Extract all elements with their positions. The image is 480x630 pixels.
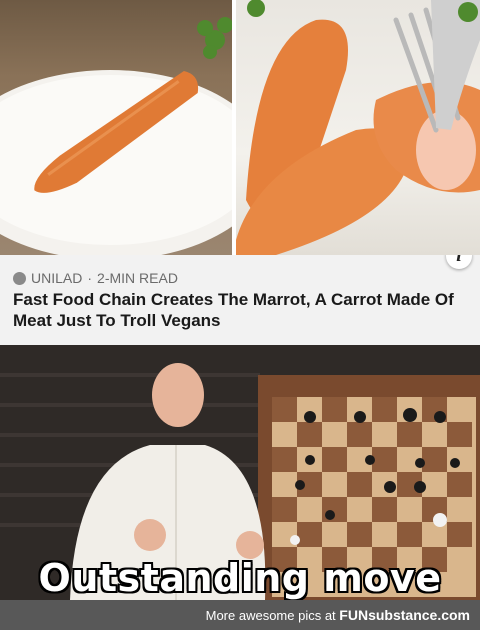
footer-bar: More awesome pics at FUNsubstance.com [0, 600, 480, 630]
info-button[interactable]: i [446, 255, 472, 269]
article-headline[interactable]: Fast Food Chain Creates The Marrot, A Ca… [13, 289, 473, 331]
read-time: 2-MIN READ [97, 270, 178, 286]
marrot-sliced-image [236, 0, 480, 255]
marrot-plate-image [0, 0, 232, 255]
article-card[interactable]: i UNILAD · 2-MIN READ Fast Food Chain Cr… [0, 255, 480, 345]
lightning-bolt-icon [13, 271, 26, 285]
footer-prefix: More awesome pics at [205, 608, 336, 623]
marrot-plate-illustration [0, 17, 232, 255]
article-source-line: UNILAD · 2-MIN READ [13, 270, 178, 286]
footer-brand-link[interactable]: FUNsubstance.com [339, 607, 470, 623]
marrot-sliced-illustration [236, 0, 480, 255]
footer-text[interactable]: More awesome pics at FUNsubstance.com [206, 607, 470, 623]
source-separator: · [87, 270, 93, 286]
meme-caption: Outstanding move [38, 556, 442, 600]
meme-image: Outstanding move [0, 345, 480, 600]
source-name: UNILAD [31, 270, 83, 286]
